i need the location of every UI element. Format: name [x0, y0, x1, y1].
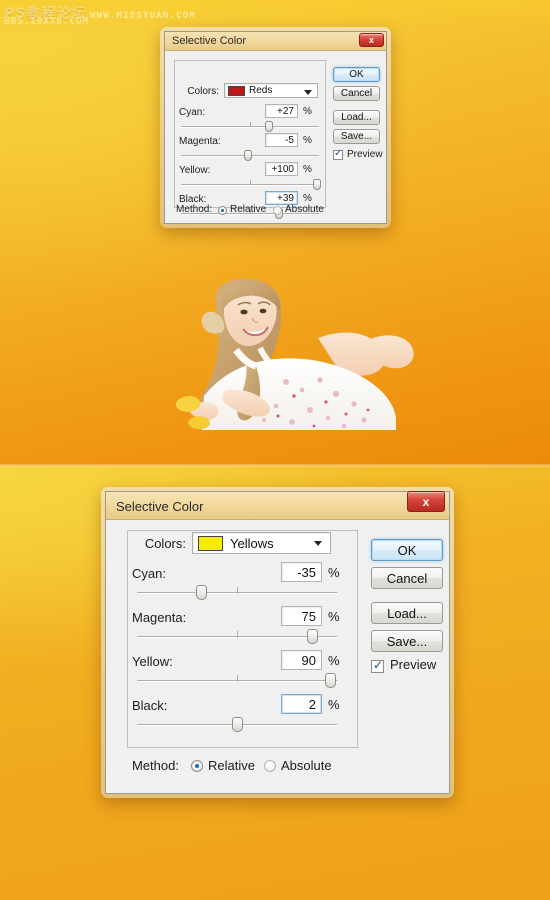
yellow-slider-thumb-small[interactable]: [313, 179, 321, 190]
cyan-slider-tick-small: [250, 122, 251, 127]
yellow-slider-tick-large: [237, 675, 238, 682]
save-button-large[interactable]: Save...: [371, 630, 443, 652]
magenta-label-small: Magenta:: [179, 136, 221, 147]
method-relative-radio-large[interactable]: [191, 760, 203, 772]
black-unit-small: %: [303, 193, 312, 204]
black-input-large[interactable]: 2: [281, 694, 322, 714]
close-icon[interactable]: x: [359, 33, 384, 47]
method-label-large: Method:: [132, 758, 179, 773]
yellow-slider-thumb-large[interactable]: [325, 673, 336, 688]
magenta-unit-small: %: [303, 135, 312, 146]
checkmark-icon: ✓: [334, 148, 343, 159]
save-button-small[interactable]: Save...: [333, 129, 380, 144]
black-label-large: Black:: [132, 698, 168, 713]
method-relative-label-large: Relative: [208, 758, 255, 773]
yellow-label-large: Yellow:: [132, 654, 173, 669]
method-absolute-label-large: Absolute: [281, 758, 332, 773]
colors-dropdown-large[interactable]: Yellows: [192, 532, 331, 554]
magenta-label-large: Magenta:: [132, 610, 187, 625]
method-absolute-label-small: Absolute: [285, 204, 324, 215]
radio-dot: [221, 209, 224, 212]
colors-swatch-large: [198, 536, 223, 551]
cyan-input-large[interactable]: -35: [281, 562, 322, 582]
cancel-button-small[interactable]: Cancel: [333, 86, 380, 101]
magenta-input-large[interactable]: 75: [281, 606, 322, 626]
magenta-unit-large: %: [328, 609, 340, 624]
colors-value-small: Reds: [249, 85, 273, 96]
load-button-large[interactable]: Load...: [371, 602, 443, 624]
colors-dropdown-small[interactable]: Reds: [224, 83, 318, 98]
chevron-down-icon[interactable]: [314, 541, 322, 546]
preview-checkbox-small[interactable]: ✓: [333, 148, 343, 160]
preview-checkbox-large[interactable]: ✓: [371, 658, 384, 673]
watermark-site-url: WWW.MISSYUAN.COM: [90, 11, 196, 21]
chevron-down-icon[interactable]: [304, 90, 312, 95]
cyan-label-large: Cyan:: [132, 566, 166, 581]
black-slider-thumb-large[interactable]: [232, 717, 243, 732]
cyan-slider-thumb-large[interactable]: [196, 585, 207, 600]
magenta-input-small[interactable]: -5: [265, 133, 298, 147]
magenta-slider-thumb-large[interactable]: [307, 629, 318, 644]
cyan-slider-tick-large: [237, 587, 238, 594]
dialog-titlebar-small[interactable]: Selective Color x: [165, 32, 386, 51]
yellow-slider-tick-small: [250, 180, 251, 185]
yellow-unit-large: %: [328, 653, 340, 668]
dialog-title-small: Selective Color: [172, 35, 246, 47]
colors-value-large: Yellows: [230, 536, 274, 551]
dialog-titlebar-large[interactable]: Selective Color x: [106, 491, 449, 520]
cyan-unit-small: %: [303, 106, 312, 117]
ok-button-small[interactable]: OK: [333, 67, 380, 82]
cyan-slider-thumb-small[interactable]: [265, 121, 273, 132]
background-seam-divider: [0, 464, 550, 467]
method-relative-label-small: Relative: [230, 204, 267, 215]
colors-label-large: Colors:: [144, 536, 186, 551]
checkmark-icon: ✓: [373, 658, 384, 672]
yellow-label-small: Yellow:: [179, 165, 211, 176]
method-absolute-radio-small[interactable]: [273, 206, 282, 215]
yellow-unit-small: %: [303, 164, 312, 175]
cyan-input-small[interactable]: +27: [265, 104, 298, 118]
yellow-input-small[interactable]: +100: [265, 162, 298, 176]
screenshot-stage: PS教程论坛 BBS.16XX8.COM WWW.MISSYUAN.COM Se…: [0, 0, 550, 900]
preview-label-large: Preview: [390, 657, 437, 672]
method-absolute-radio-large[interactable]: [264, 760, 276, 772]
magenta-slider-thumb-small[interactable]: [244, 150, 252, 161]
photo-girl: [168, 278, 434, 438]
watermark-bbs-url: BBS.16XX8.COM: [4, 16, 89, 27]
method-label-small: Method:: [176, 204, 213, 215]
selective-color-dialog-small[interactable]: Selective Color x Colors: Reds Cyan: +27…: [160, 27, 391, 228]
colors-label-small: Colors:: [187, 86, 219, 97]
colors-swatch-small: [228, 86, 245, 96]
cyan-label-small: Cyan:: [179, 107, 206, 118]
cancel-button-large[interactable]: Cancel: [371, 567, 443, 589]
black-input-small[interactable]: +39: [265, 191, 298, 205]
cyan-unit-large: %: [328, 565, 340, 580]
load-button-small[interactable]: Load...: [333, 110, 380, 125]
selective-color-dialog-large[interactable]: Selective Color x Colors: Yellows Cyan: …: [101, 487, 454, 798]
magenta-slider-tick-large: [237, 631, 238, 638]
dialog-title-large: Selective Color: [116, 499, 204, 514]
ok-button-large[interactable]: OK: [371, 539, 443, 561]
preview-label-small: Preview: [347, 149, 383, 160]
method-relative-radio-small[interactable]: [218, 206, 227, 215]
black-unit-large: %: [328, 697, 340, 712]
radio-dot: [195, 764, 199, 768]
yellow-input-large[interactable]: 90: [281, 650, 322, 670]
close-icon[interactable]: x: [407, 491, 445, 512]
color-adjust-group-large: [127, 530, 358, 748]
